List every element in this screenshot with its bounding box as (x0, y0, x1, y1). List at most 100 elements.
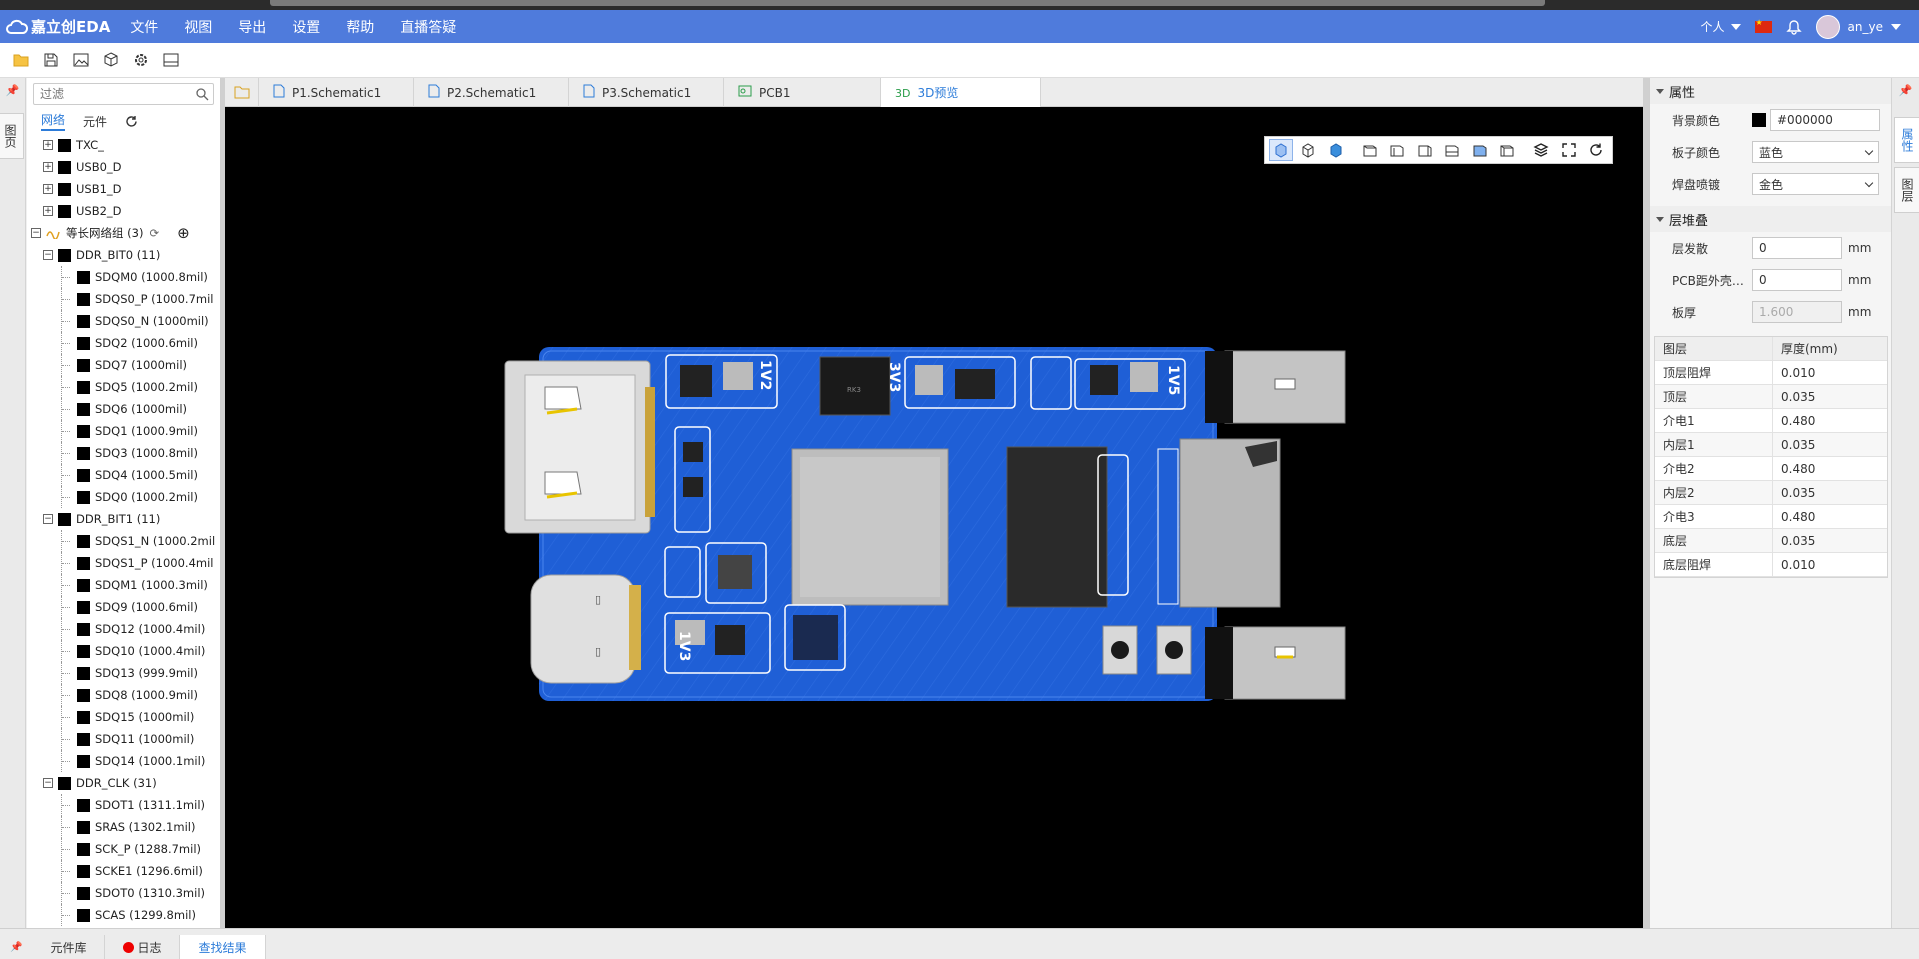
tree-leaf[interactable]: SDQ4 (1000.5mil) (27, 464, 220, 486)
tree-leaf[interactable]: SCAS (1299.8mil) (27, 904, 220, 926)
tree-leaf[interactable]: SDOT1 (1311.1mil) (27, 794, 220, 816)
expand-icon[interactable]: + (43, 162, 53, 172)
tree-leaf[interactable]: SDQ7 (1000mil) (27, 354, 220, 376)
table-row[interactable]: 顶层阻焊 0.010 (1655, 360, 1887, 385)
menu-export[interactable]: 导出 (238, 17, 266, 37)
table-row[interactable]: 顶层 0.035 (1655, 384, 1887, 409)
pin-icon[interactable]: 📌 (0, 84, 25, 97)
board-color-select[interactable]: 蓝色 (1752, 141, 1879, 163)
bottom-pin[interactable]: 📌 (0, 935, 32, 959)
tree-leaf[interactable]: SDQ10 (1000.4mil) (27, 640, 220, 662)
tree-leaf[interactable]: SDQ0 (1000.2mil) (27, 486, 220, 508)
collapse-icon[interactable]: − (43, 514, 53, 524)
filter-input[interactable] (40, 87, 180, 101)
layers-button[interactable] (1529, 139, 1553, 161)
pad-finish-select[interactable]: 金色 (1752, 173, 1879, 195)
bg-color-swatch[interactable] (1752, 113, 1766, 127)
view-shaded-button[interactable] (1324, 139, 1348, 161)
save-button[interactable] (36, 48, 66, 72)
tree-node[interactable]: − DDR_BIT1 (11) (27, 508, 220, 530)
search-icon[interactable] (195, 87, 209, 101)
tab-library[interactable]: 元件库 (32, 935, 106, 959)
table-row[interactable]: 介电3 0.480 (1655, 504, 1887, 529)
table-row[interactable]: 底层 0.035 (1655, 528, 1887, 553)
view-right-button[interactable] (1441, 139, 1465, 161)
tab-pages[interactable]: 图页 (0, 113, 24, 159)
tree-leaf[interactable]: SDQ3 (1000.8mil) (27, 442, 220, 464)
scope-selector[interactable]: 个人 (1701, 18, 1725, 35)
expand-icon[interactable]: + (43, 140, 53, 150)
panel-button[interactable] (156, 48, 186, 72)
bell-icon[interactable] (1785, 19, 1802, 35)
tree-leaf[interactable]: SDQ6 (1000mil) (27, 398, 220, 420)
tab-components[interactable]: 元件 (83, 113, 107, 130)
view-back-button[interactable] (1496, 139, 1520, 161)
tree-leaf[interactable]: SDQ8 (1000.9mil) (27, 684, 220, 706)
tree-node[interactable]: − DDR_CLK (31) (27, 772, 220, 794)
tree-leaf[interactable]: SDQ9 (1000.6mil) (27, 596, 220, 618)
tree-leaf[interactable]: SDQ12 (1000.4mil) (27, 618, 220, 640)
tree-leaf[interactable]: SDQS1_P (1000.4mil (27, 552, 220, 574)
doc-tab[interactable]: 3D 3D预览 (881, 78, 1041, 107)
section-layer-stack[interactable]: 层堆叠 (1650, 206, 1891, 232)
tree-node[interactable]: − DDR_BIT0 (11) (27, 244, 220, 266)
avatar[interactable] (1815, 14, 1840, 39)
pcb-housing-input[interactable]: 0 (1752, 269, 1842, 291)
tab-log[interactable]: 日志 (105, 935, 181, 959)
tree-leaf[interactable]: SDQ15 (1000mil) (27, 706, 220, 728)
doc-tab[interactable]: P3.Schematic1 (569, 78, 724, 107)
image-export-button[interactable] (66, 48, 96, 72)
view-bottom-button[interactable] (1385, 139, 1409, 161)
section-properties[interactable]: 属性 (1650, 78, 1891, 104)
app-logo[interactable]: 嘉立创EDA (6, 16, 110, 37)
settings-button[interactable] (126, 48, 156, 72)
tree-leaf[interactable]: SDQ13 (999.9mil) (27, 662, 220, 684)
table-row[interactable]: 底层阻焊 0.010 (1655, 552, 1887, 577)
tree-leaf[interactable]: SDQ14 (1000.1mil) (27, 750, 220, 772)
tree-leaf[interactable]: SCKE1 (1296.6mil) (27, 860, 220, 882)
tree-leaf[interactable]: SDQ1 (1000.9mil) (27, 420, 220, 442)
refresh-icon[interactable]: ⟳ (149, 226, 159, 240)
bg-color-input[interactable]: #000000 (1770, 109, 1880, 131)
tree-node[interactable]: + TXC_ (27, 134, 220, 156)
tree-leaf[interactable]: SDQS0_N (1000mil) (27, 310, 220, 332)
tree-leaf[interactable]: SDQ2 (1000.6mil) (27, 332, 220, 354)
open-folder-button[interactable] (6, 48, 36, 72)
user-name[interactable]: an_ye (1848, 20, 1883, 34)
tree-leaf[interactable]: SDQS0_P (1000.7mil (27, 288, 220, 310)
3d-preview-canvas[interactable]: ▯ ▯ RK3 1V2 3V3 1V5 1V3 (225, 107, 1643, 928)
view-front-button[interactable] (1468, 139, 1492, 161)
fullscreen-button[interactable] (1557, 139, 1581, 161)
doc-tab[interactable]: PCB1 (724, 78, 881, 107)
tree-leaf[interactable]: SDOT0 (1310.3mil) (27, 882, 220, 904)
tree-leaf[interactable]: SDQM1 (1000.3mil) (27, 574, 220, 596)
menu-help[interactable]: 帮助 (346, 17, 374, 37)
view-left-button[interactable] (1413, 139, 1437, 161)
tree-node[interactable]: + USB2_D (27, 200, 220, 222)
view-solid-button[interactable] (1269, 139, 1293, 161)
add-icon[interactable]: ⊕ (177, 224, 190, 242)
3d-model-button[interactable] (96, 48, 126, 72)
collapse-icon[interactable]: − (31, 228, 41, 238)
expand-icon[interactable]: + (43, 184, 53, 194)
language-flag-icon[interactable] (1754, 18, 1772, 33)
tab-properties[interactable]: 属性 (1894, 117, 1919, 163)
collapse-icon[interactable]: − (43, 250, 53, 260)
collapse-icon[interactable]: − (43, 778, 53, 788)
doc-tab[interactable]: P2.Schematic1 (414, 78, 569, 107)
user-caret-icon[interactable] (1891, 23, 1901, 30)
tree-group[interactable]: − 等长网络组 (3) ⟳ ⊕ (27, 222, 220, 244)
tree-leaf[interactable]: SDQS1_N (1000.2mil (27, 530, 220, 552)
tree-leaf[interactable]: SDQ11 (1000mil) (27, 728, 220, 750)
refresh-icon[interactable] (125, 115, 138, 128)
table-row[interactable]: 介电2 0.480 (1655, 456, 1887, 481)
tree-leaf[interactable]: SDQM0 (1000.8mil) (27, 266, 220, 288)
table-row[interactable]: 内层2 0.035 (1655, 480, 1887, 505)
menu-file[interactable]: 文件 (130, 17, 158, 37)
rotate-button[interactable] (1584, 139, 1608, 161)
menu-settings[interactable]: 设置 (292, 17, 320, 37)
table-row[interactable]: 内层1 0.035 (1655, 432, 1887, 457)
menu-view[interactable]: 视图 (184, 17, 212, 37)
tab-nets[interactable]: 网络 (41, 111, 66, 131)
table-row[interactable]: 介电1 0.480 (1655, 408, 1887, 433)
